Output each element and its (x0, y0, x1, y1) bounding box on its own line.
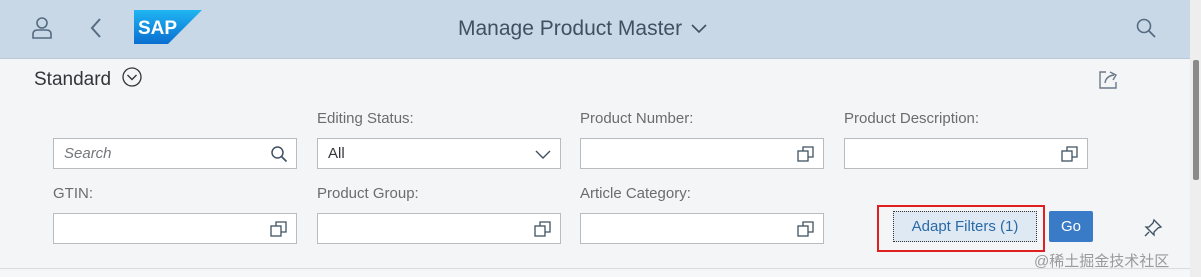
search-icon[interactable] (270, 145, 288, 163)
sap-logo[interactable]: SAP (134, 10, 202, 44)
editing-status-select[interactable]: All (317, 138, 561, 169)
go-button[interactable]: Go (1049, 211, 1093, 242)
shell-bar: SAP Manage Product Master (0, 0, 1190, 59)
app-frame: SAP Manage Product Master Standard Editi… (0, 0, 1201, 277)
variant-name: Standard (34, 69, 112, 90)
share-icon[interactable] (1096, 68, 1120, 92)
scrollbar-thumb[interactable] (1193, 60, 1199, 180)
search-field[interactable] (53, 138, 297, 169)
product-number-input[interactable] (580, 138, 824, 169)
chevron-down-icon[interactable] (534, 145, 552, 163)
product-group-label: Product Group: (317, 185, 419, 202)
watermark: @稀土掘金技术社区 (1034, 253, 1170, 270)
pin-icon[interactable] (1143, 218, 1163, 238)
variant-selector[interactable]: Standard (34, 66, 143, 94)
search-icon[interactable] (1128, 10, 1164, 46)
back-icon[interactable] (78, 10, 114, 46)
editing-status-label: Editing Status: (317, 110, 414, 127)
chevron-down-circle-icon[interactable] (121, 66, 143, 94)
article-category-input[interactable] (580, 213, 824, 244)
value-help-icon[interactable] (1061, 145, 1079, 163)
product-number-label: Product Number: (580, 110, 694, 127)
value-help-icon[interactable] (270, 220, 288, 238)
product-group-input[interactable] (317, 213, 561, 244)
sap-logo-text: SAP (138, 18, 177, 39)
value-help-icon[interactable] (534, 220, 552, 238)
vertical-scrollbar[interactable] (1190, 0, 1201, 277)
article-category-label: Article Category: (580, 185, 691, 202)
value-help-icon[interactable] (797, 145, 815, 163)
gtin-input[interactable] (53, 213, 297, 244)
app-title: Manage Product Master (458, 17, 683, 40)
search-input[interactable] (64, 139, 264, 168)
gtin-label: GTIN: (53, 185, 93, 202)
product-description-label: Product Description: (844, 110, 980, 127)
app-title-menu[interactable]: Manage Product Master (458, 14, 708, 44)
chevron-down-icon (690, 17, 708, 41)
value-help-icon[interactable] (797, 220, 815, 238)
user-icon[interactable] (24, 10, 60, 46)
editing-status-value: All (328, 145, 345, 162)
divider (0, 268, 1190, 269)
product-description-input[interactable] (844, 138, 1088, 169)
adapt-filters-button[interactable]: Adapt Filters (1) (893, 211, 1037, 242)
